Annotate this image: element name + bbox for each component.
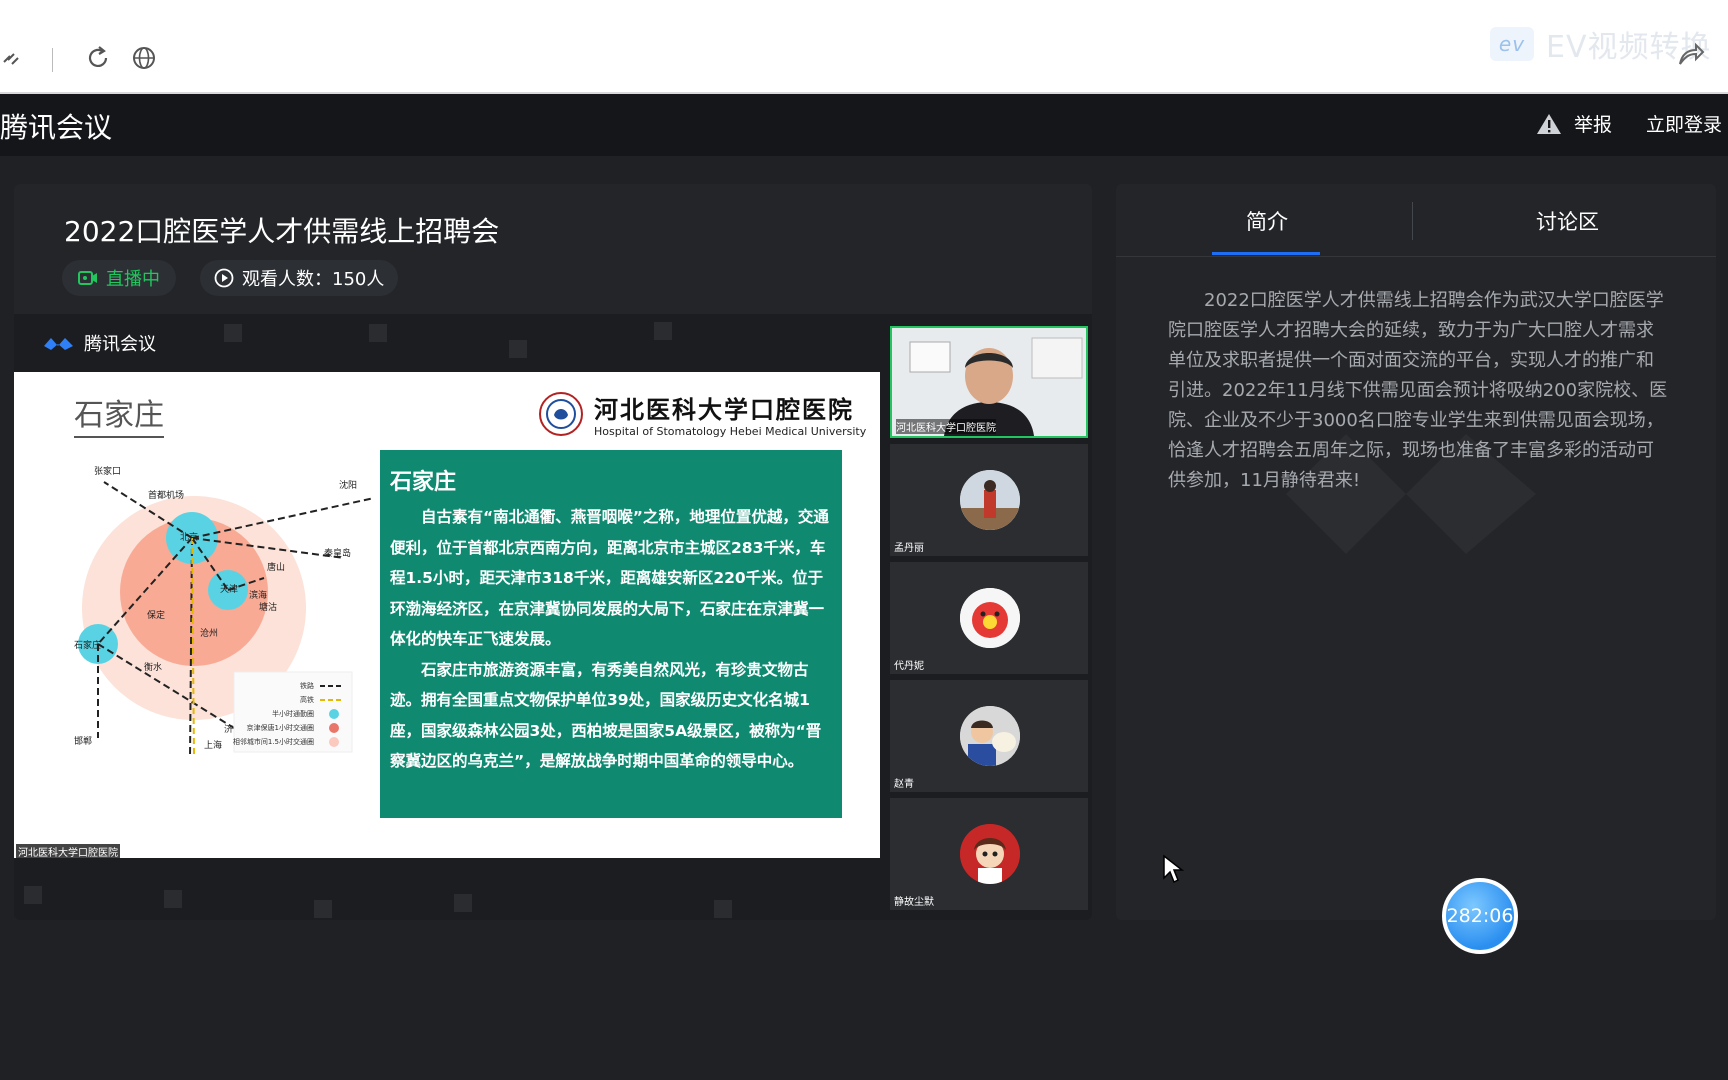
viewer-count-badge: 观看人数：150人 [200, 260, 399, 296]
app-title: 腾讯会议 [0, 111, 113, 144]
participant-tile-speaker[interactable]: 河北医科大学口腔医院 [890, 326, 1088, 438]
map-city: 秦皇岛 [324, 547, 351, 559]
tab-discussion[interactable]: 讨论区 [1536, 206, 1599, 236]
watermark-mark [369, 324, 387, 342]
avatar [960, 824, 1020, 884]
share-icon[interactable] [1676, 40, 1706, 70]
presentation-slide: 石家庄 河北医科大学口腔医院 Hospital of Stomatology H… [14, 372, 880, 858]
login-button[interactable]: 立即登录 [1646, 110, 1722, 137]
hospital-name-en: Hospital of Stomatology Hebei Medical Un… [594, 425, 867, 438]
avatar [960, 470, 1020, 530]
participant-name: 河北医科大学口腔医院 [896, 419, 996, 434]
ev-logo-icon: ev [1490, 27, 1534, 61]
play-circle-icon [214, 268, 234, 288]
map-city: 北京 [180, 531, 198, 543]
cartoon-avatar-icon [960, 588, 1020, 648]
info-side-panel: 简介 讨论区 2022口腔医学人才供需线上招聘会作为武汉大学口腔医学院口腔医学人… [1116, 184, 1716, 920]
hospital-name-cn: 河北医科大学口腔医院 [594, 395, 854, 424]
watermark-mark [224, 324, 242, 342]
city-info-paragraph: 石家庄市旅游资源丰富，有秀美自然风光，有珍贵文物古迹。拥有全国重点文物保护单位3… [390, 660, 822, 771]
map-city: 沈阳 [339, 479, 357, 491]
report-button[interactable]: 举报 [1536, 110, 1612, 137]
tencent-meeting-logo: 腾讯会议 [42, 330, 156, 356]
participant-name: 赵青 [894, 779, 914, 790]
avatar [960, 588, 1020, 648]
participant-name: 代丹妮 [894, 661, 924, 672]
map-city: 邯郸 [74, 735, 92, 747]
child-avatar-icon [960, 706, 1020, 766]
watermark-mark [654, 322, 672, 340]
watermark-mark [314, 900, 332, 918]
watermark-mark [24, 886, 42, 904]
person-avatar-icon [960, 470, 1020, 530]
map-city: 天津 [220, 584, 238, 595]
mouse-cursor-icon [1163, 854, 1184, 884]
participant-tile[interactable]: 赵青 [890, 680, 1088, 792]
participant-tile[interactable]: 孟丹丽 [890, 444, 1088, 556]
map-city: 石家庄 [74, 639, 101, 651]
report-label: 举报 [1574, 114, 1613, 136]
globe-icon[interactable] [130, 44, 158, 72]
map-city: 唐山 [267, 561, 285, 573]
participant-name: 静故尘默 [894, 897, 934, 908]
participant-name: 孟丹丽 [894, 543, 924, 554]
watermark-mark [164, 890, 182, 908]
event-title: 2022口腔医学人才供需线上招聘会 [64, 215, 500, 248]
hospital-header: 河北医科大学口腔医院 Hospital of Stomatology Hebei… [538, 390, 866, 438]
map-city: 张家口 [94, 465, 121, 477]
watermark-mark [714, 900, 732, 918]
doll-avatar-icon [960, 824, 1020, 884]
map-legend: 铁路 高铁 半小时通勤圈 京津保唐1小时交通圈 相邻城市间1.5小时交通圈 [233, 671, 353, 753]
watermark-mark [454, 894, 472, 912]
legend-label: 半小时通勤圈 [272, 709, 314, 718]
city-info-title: 石家庄 [390, 470, 457, 495]
watermark-mark [509, 340, 527, 358]
legend-label: 高铁 [300, 695, 314, 704]
event-intro-text: 2022口腔医学人才供需线上招聘会作为武汉大学口腔医学院口腔医学人才招聘大会的延… [1168, 290, 1668, 491]
map-city: 首都机场 [148, 489, 184, 501]
elapsed-timer[interactable]: 282:06 [1442, 878, 1518, 954]
tab-active-indicator [1212, 252, 1320, 255]
slide-city-heading: 石家庄 [74, 390, 164, 438]
participant-tile[interactable]: 静故尘默 [890, 798, 1088, 910]
map-city: 衡水 [144, 661, 162, 673]
hospital-seal-icon [539, 392, 583, 436]
legend-label: 相邻城市间1.5小时交通圈 [233, 737, 314, 746]
participant-tile[interactable]: 代丹妮 [890, 562, 1088, 674]
app-header: 腾讯会议 举报 立即登录 [0, 94, 1728, 156]
legend-label: 京津保唐1小时交通圈 [247, 723, 314, 732]
slide-footer: 河北医科大学口腔医院 [16, 844, 120, 858]
tab-intro[interactable]: 简介 [1246, 206, 1288, 236]
side-tabs: 简介 讨论区 [1116, 184, 1716, 257]
live-status-badge: 直播中 [62, 260, 176, 296]
viewer-count: 观看人数：150人 [242, 269, 385, 290]
map-city: 沧州 [200, 627, 218, 639]
legend-label: 铁路 [300, 681, 314, 690]
map-city: 保定 [147, 609, 165, 621]
tencent-meeting-icon [44, 338, 73, 350]
city-info-paragraph: 自古素有“南北通衢、燕晋咽喉”之称，地理位置优越，交通便利，位于首都北京西南方向… [390, 508, 829, 648]
avatar [960, 706, 1020, 766]
city-info-box: 石家庄 自古素有“南北通衢、燕晋咽喉”之称，地理位置优越，交通便利，位于首都北京… [380, 450, 842, 818]
map-city: 滨海 [249, 589, 267, 601]
video-camera-icon [78, 271, 97, 285]
live-label: 直播中 [106, 269, 160, 290]
map-city: 上海 [204, 739, 222, 751]
live-panel: 2022口腔医学人才供需线上招聘会 直播中 观看人数：150人 腾讯会议 石家庄… [14, 184, 1092, 920]
toolbar-divider [52, 48, 53, 72]
tab-divider [1412, 202, 1413, 240]
tencent-meeting-text: 腾讯会议 [84, 334, 156, 355]
warning-icon [1537, 113, 1561, 134]
link-icon[interactable] [0, 44, 28, 72]
map-city: 塘沽 [259, 601, 277, 613]
transport-map: 张家口 首都机场 沈阳 北京 秦皇岛 唐山 天津 滨海 塘沽 保定 石家庄 衡水… [74, 465, 374, 758]
refresh-icon[interactable] [84, 44, 112, 72]
browser-toolbar: ev EV视频转换 [0, 0, 1728, 94]
video-player[interactable]: 腾讯会议 石家庄 河北医科大学口腔医院 Hospital of Stomatol… [14, 314, 1092, 920]
